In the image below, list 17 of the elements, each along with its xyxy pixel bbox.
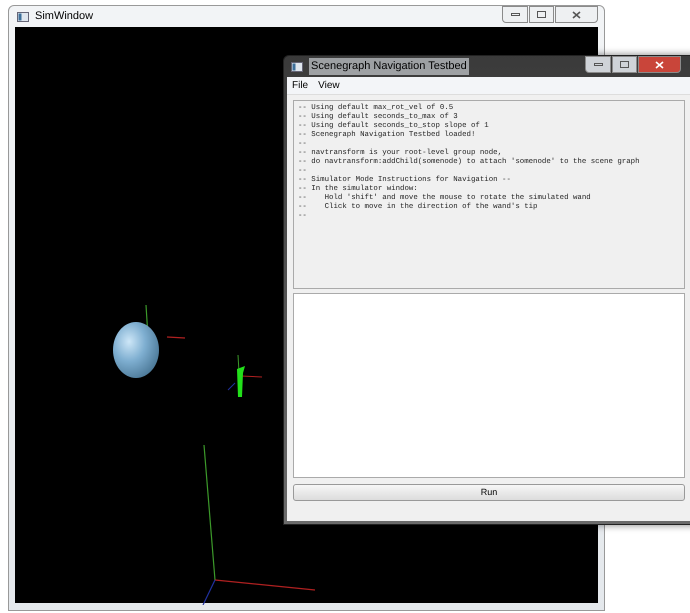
window-icon [291,62,303,72]
maximize-button[interactable] [612,56,637,73]
input-field[interactable] [293,293,685,478]
close-button[interactable] [555,6,598,23]
maximize-button[interactable] [529,6,554,23]
minimize-button[interactable] [502,6,528,23]
minimize-button[interactable] [585,56,611,73]
menu-item[interactable]: View [318,78,340,93]
window-title: Scenegraph Navigation Testbed [309,58,469,75]
wand-drawing [227,354,263,398]
close-icon [572,10,581,18]
window-icon [17,12,29,22]
close-button[interactable] [638,56,681,73]
run-button[interactable]: Run [293,484,685,501]
close-icon [655,60,664,68]
window-title: SimWindow [35,9,94,24]
menu-item[interactable]: File [292,78,308,93]
